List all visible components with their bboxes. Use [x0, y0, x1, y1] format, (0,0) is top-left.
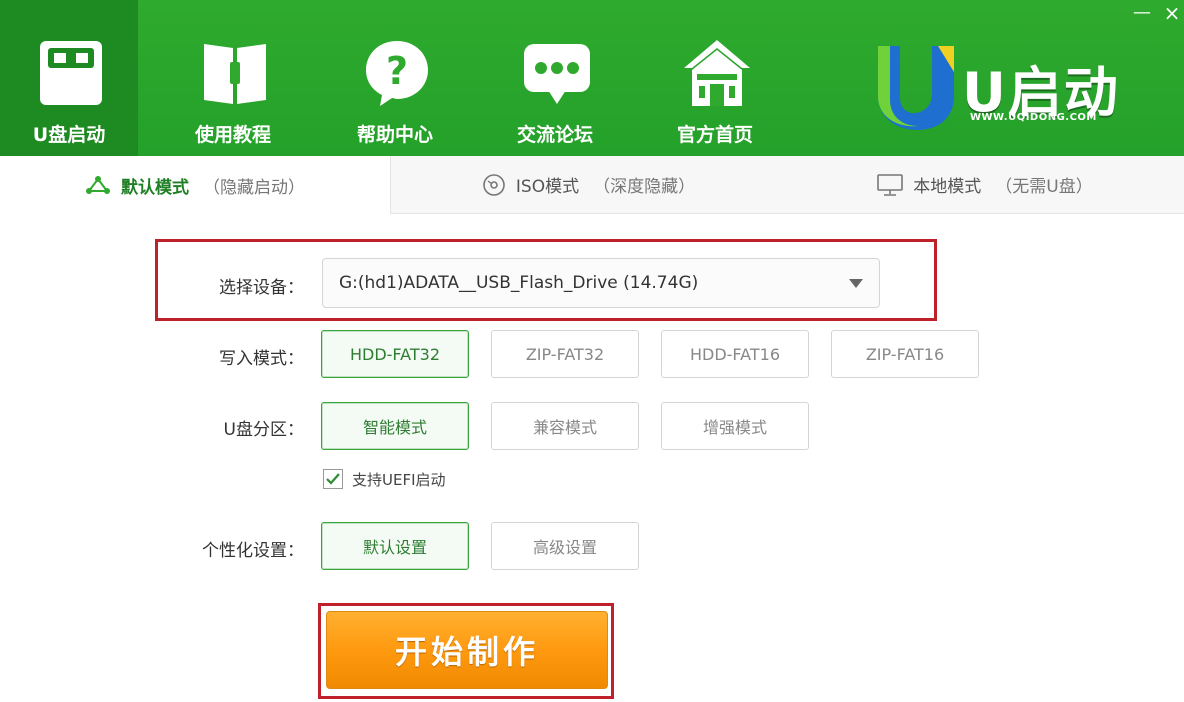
- start-making-button[interactable]: 开始制作: [326, 611, 608, 689]
- nav-label: 交流论坛: [516, 124, 593, 146]
- uefi-label: 支持UEFI启动: [352, 471, 446, 489]
- write-mode-hdd-fat16-button[interactable]: HDD-FAT16: [661, 330, 809, 378]
- usb-drive-icon: [40, 41, 102, 105]
- mode-sub: （深度隐藏）: [593, 177, 696, 197]
- device-value: G:(hd1)ADATA__USB_Flash_Drive (14.74G): [339, 273, 699, 293]
- nav-item-tutorial[interactable]: 使用教程: [164, 0, 302, 156]
- write-mode-hdd-fat32-button[interactable]: HDD-FAT32: [321, 330, 469, 378]
- write-mode-zip-fat16-button[interactable]: ZIP-FAT16: [831, 330, 979, 378]
- personalize-label: 个性化设置：: [202, 541, 304, 561]
- mode-tabs: 默认模式 （隐藏启动） ISO模式 （深度隐藏） 本地模式 （无需U盘）: [0, 156, 1184, 214]
- nav-item-usb-boot[interactable]: U盘启动: [0, 0, 138, 156]
- nav-item-homepage[interactable]: 官方首页: [646, 0, 784, 156]
- u-qidong-app-window: — × U盘启动 使用教程 ? 帮助中心 交流论坛 官方首页 U启动 WWW.U…: [0, 0, 1184, 702]
- tab-iso-mode[interactable]: ISO模式 （深度隐藏）: [390, 156, 786, 214]
- mode-name: ISO模式: [515, 177, 580, 197]
- network-icon: [86, 176, 110, 194]
- partition-enhanced-button[interactable]: 增强模式: [661, 402, 809, 450]
- nav-label: 官方首页: [676, 124, 753, 146]
- nav-label: U盘启动: [32, 124, 106, 146]
- mode-name: 本地模式: [913, 177, 982, 197]
- checkmark-icon: [326, 473, 340, 485]
- chat-bubble-icon: [524, 44, 590, 104]
- partition-compatible-button[interactable]: 兼容模式: [491, 402, 639, 450]
- disc-icon: [483, 173, 505, 196]
- device-select[interactable]: G:(hd1)ADATA__USB_Flash_Drive (14.74G): [322, 258, 880, 308]
- mode-name: 默认模式: [121, 177, 189, 198]
- nav-label: 帮助中心: [356, 124, 433, 146]
- device-label: 选择设备：: [219, 278, 304, 298]
- partition-smart-button[interactable]: 智能模式: [321, 402, 469, 450]
- uefi-checkbox[interactable]: [323, 469, 343, 489]
- close-button[interactable]: ×: [1158, 2, 1184, 24]
- svg-text:?: ?: [386, 49, 408, 93]
- advanced-settings-button[interactable]: 高级设置: [491, 522, 639, 570]
- minimize-button[interactable]: —: [1128, 2, 1156, 24]
- mode-sub: （隐藏启动）: [203, 177, 305, 198]
- book-icon: [204, 44, 266, 104]
- tab-default-mode[interactable]: 默认模式 （隐藏启动）: [0, 156, 390, 214]
- header-bar: — × U盘启动 使用教程 ? 帮助中心 交流论坛 官方首页 U启动 WWW.U…: [0, 0, 1184, 156]
- home-icon: [684, 40, 750, 106]
- help-question-icon: ?: [366, 41, 428, 106]
- nav-item-help[interactable]: ? 帮助中心: [326, 0, 464, 156]
- monitor-icon: [877, 173, 904, 196]
- nav-label: 使用教程: [194, 124, 271, 146]
- logo-url: WWW.UQIDONG.COM: [970, 112, 1097, 123]
- nav-item-forum[interactable]: 交流论坛: [486, 0, 624, 156]
- default-settings-button[interactable]: 默认设置: [321, 522, 469, 570]
- mode-sub: （无需U盘）: [995, 177, 1093, 197]
- partition-label: U盘分区：: [223, 420, 304, 440]
- write-mode-zip-fat32-button[interactable]: ZIP-FAT32: [491, 330, 639, 378]
- write-mode-label: 写入模式：: [219, 349, 304, 369]
- tab-local-mode[interactable]: 本地模式 （无需U盘）: [786, 156, 1184, 214]
- chevron-down-icon[interactable]: [849, 279, 863, 288]
